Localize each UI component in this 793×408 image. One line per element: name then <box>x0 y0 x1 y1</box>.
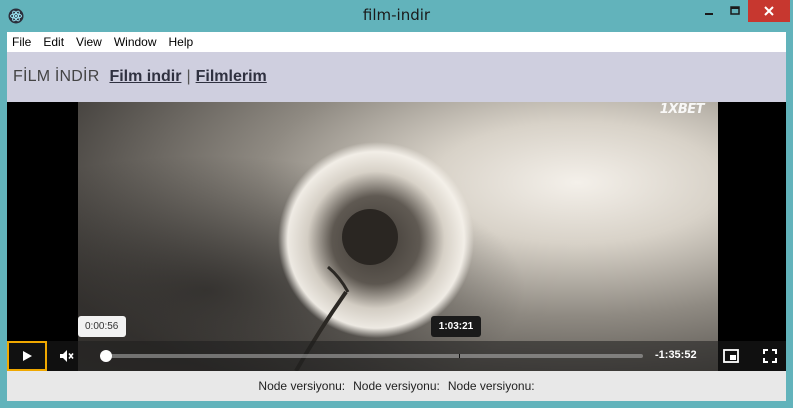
footer-bar: Node versiyonu: Node versiyonu: Node ver… <box>7 371 786 401</box>
volume-muted-icon <box>60 350 74 362</box>
menu-edit[interactable]: Edit <box>43 35 64 49</box>
minimize-icon <box>705 13 713 15</box>
fullscreen-button[interactable] <box>757 341 783 371</box>
minimize-button[interactable] <box>696 0 722 22</box>
menu-window[interactable]: Window <box>114 35 157 49</box>
video-control-bar: -1:35:52 <box>7 341 786 371</box>
chrome-version-label: Node versiyonu: <box>353 379 440 393</box>
play-button[interactable] <box>7 341 47 371</box>
close-icon <box>764 6 774 16</box>
node-version-label: Node versiyonu: <box>258 379 346 393</box>
maximize-button[interactable] <box>722 0 748 22</box>
menu-file[interactable]: File <box>12 35 31 49</box>
video-player[interactable]: 1XBET 0:00:56 1:03:21 -1:35:52 <box>7 102 786 371</box>
menu-bar: File Edit View Window Help <box>7 32 786 52</box>
fullscreen-icon <box>763 349 777 363</box>
electron-version-label: Node versiyonu: <box>447 379 535 393</box>
watermark-logo: 1XBET <box>659 102 705 117</box>
picture-in-picture-icon <box>723 349 739 363</box>
current-time-tooltip: 0:00:56 <box>78 316 126 337</box>
nav-bar: FİLM İNDİR Film indir | Filmlerim <box>7 52 786 102</box>
nav-separator: | <box>186 68 191 85</box>
mute-button[interactable] <box>53 341 79 371</box>
video-frame[interactable]: 1XBET <box>78 102 718 371</box>
menu-view[interactable]: View <box>76 35 102 49</box>
title-bar[interactable]: film-indir <box>0 0 793 32</box>
brand-title: FİLM İNDİR <box>13 68 100 85</box>
remaining-time: -1:35:52 <box>655 349 697 361</box>
film-indir-link[interactable]: Film indir <box>109 68 181 86</box>
maximize-icon <box>730 6 740 15</box>
play-icon <box>23 351 32 361</box>
seek-bar[interactable] <box>100 350 643 362</box>
menu-help[interactable]: Help <box>169 35 194 49</box>
app-window: film-indir File Edit View Window Help Fİ… <box>0 0 793 408</box>
close-button[interactable] <box>748 0 790 22</box>
app-content: File Edit View Window Help FİLM İNDİR Fi… <box>7 32 786 401</box>
seek-thumb[interactable] <box>100 350 113 362</box>
hover-time-tooltip: 1:03:21 <box>431 316 481 337</box>
window-title: film-indir <box>362 6 431 24</box>
picture-in-picture-button[interactable] <box>718 341 744 371</box>
seek-hover-marker <box>458 354 460 358</box>
filmlerim-link[interactable]: Filmlerim <box>196 68 267 86</box>
dandelion-video-image <box>78 102 718 371</box>
